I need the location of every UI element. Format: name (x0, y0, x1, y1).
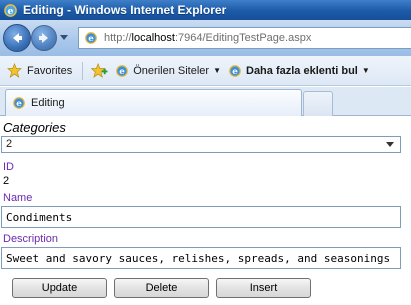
add-to-favorites-icon[interactable] (91, 63, 109, 78)
more-addons-label: Daha fazla eklenti bul (246, 64, 358, 77)
favorites-button[interactable]: Favorites (7, 63, 72, 78)
chevron-down-icon: ▼ (213, 66, 221, 75)
back-button[interactable] (3, 24, 31, 52)
insert-button[interactable]: Insert (216, 278, 311, 298)
favorites-bar: Favorites e Önerilen Siteler ▼ e Daha fa… (0, 56, 411, 86)
favorites-star-icon (7, 63, 22, 78)
svg-text:e: e (8, 5, 14, 16)
new-tab-button[interactable] (303, 91, 333, 116)
categories-label: Categories (3, 120, 66, 135)
navigation-bar: e http://localhost:7964/EditingTestPage.… (0, 20, 411, 56)
suggested-sites-label: Önerilen Siteler (133, 64, 210, 77)
svg-text:e: e (119, 67, 125, 77)
description-field[interactable]: Sweet and savory sauces, relishes, sprea… (1, 247, 401, 269)
svg-text:e: e (232, 67, 238, 77)
address-bar[interactable]: e http://localhost:7964/EditingTestPage.… (78, 27, 411, 49)
arrow-left-icon (13, 33, 22, 43)
id-label: ID (3, 161, 14, 173)
page-content: Categories 2 ID 2 Name Condiments Descri… (0, 117, 411, 305)
internet-explorer-icon: e (4, 3, 17, 17)
tab-editing[interactable]: e Editing (5, 89, 302, 116)
toolbar-separator (82, 61, 84, 80)
delete-button[interactable]: Delete (114, 278, 209, 298)
svg-text:e: e (16, 99, 22, 109)
internet-explorer-icon: e (116, 64, 129, 77)
categories-select[interactable]: 2 (1, 136, 401, 153)
tab-label: Editing (31, 97, 65, 109)
name-label: Name (3, 192, 33, 204)
categories-selected-value: 2 (6, 138, 13, 150)
chevron-down-icon (386, 142, 394, 147)
forward-button[interactable] (31, 25, 57, 51)
favorites-label: Favorites (27, 64, 73, 77)
tab-bar: e Editing (0, 87, 411, 116)
name-field[interactable]: Condiments (1, 206, 401, 228)
recent-pages-dropdown-icon[interactable] (60, 35, 68, 41)
description-label: Description (3, 233, 59, 245)
page-icon: e (13, 97, 25, 109)
url-text[interactable]: http://localhost:7964/EditingTestPage.as… (104, 32, 311, 44)
id-value: 2 (3, 175, 10, 187)
more-addons-button[interactable]: e Daha fazla eklenti bul ▼ (228, 64, 370, 78)
page-icon: e (85, 32, 97, 44)
arrow-right-icon (39, 33, 48, 43)
window-titlebar: e Editing - Windows Internet Explorer (0, 0, 411, 20)
chevron-down-icon: ▼ (361, 66, 370, 75)
svg-text:e: e (88, 34, 94, 44)
internet-explorer-icon: e (229, 64, 241, 77)
window-title: Editing - Windows Internet Explorer (23, 3, 227, 17)
update-button[interactable]: Update (12, 278, 107, 298)
suggested-sites-button[interactable]: e Önerilen Siteler ▼ (115, 64, 228, 78)
